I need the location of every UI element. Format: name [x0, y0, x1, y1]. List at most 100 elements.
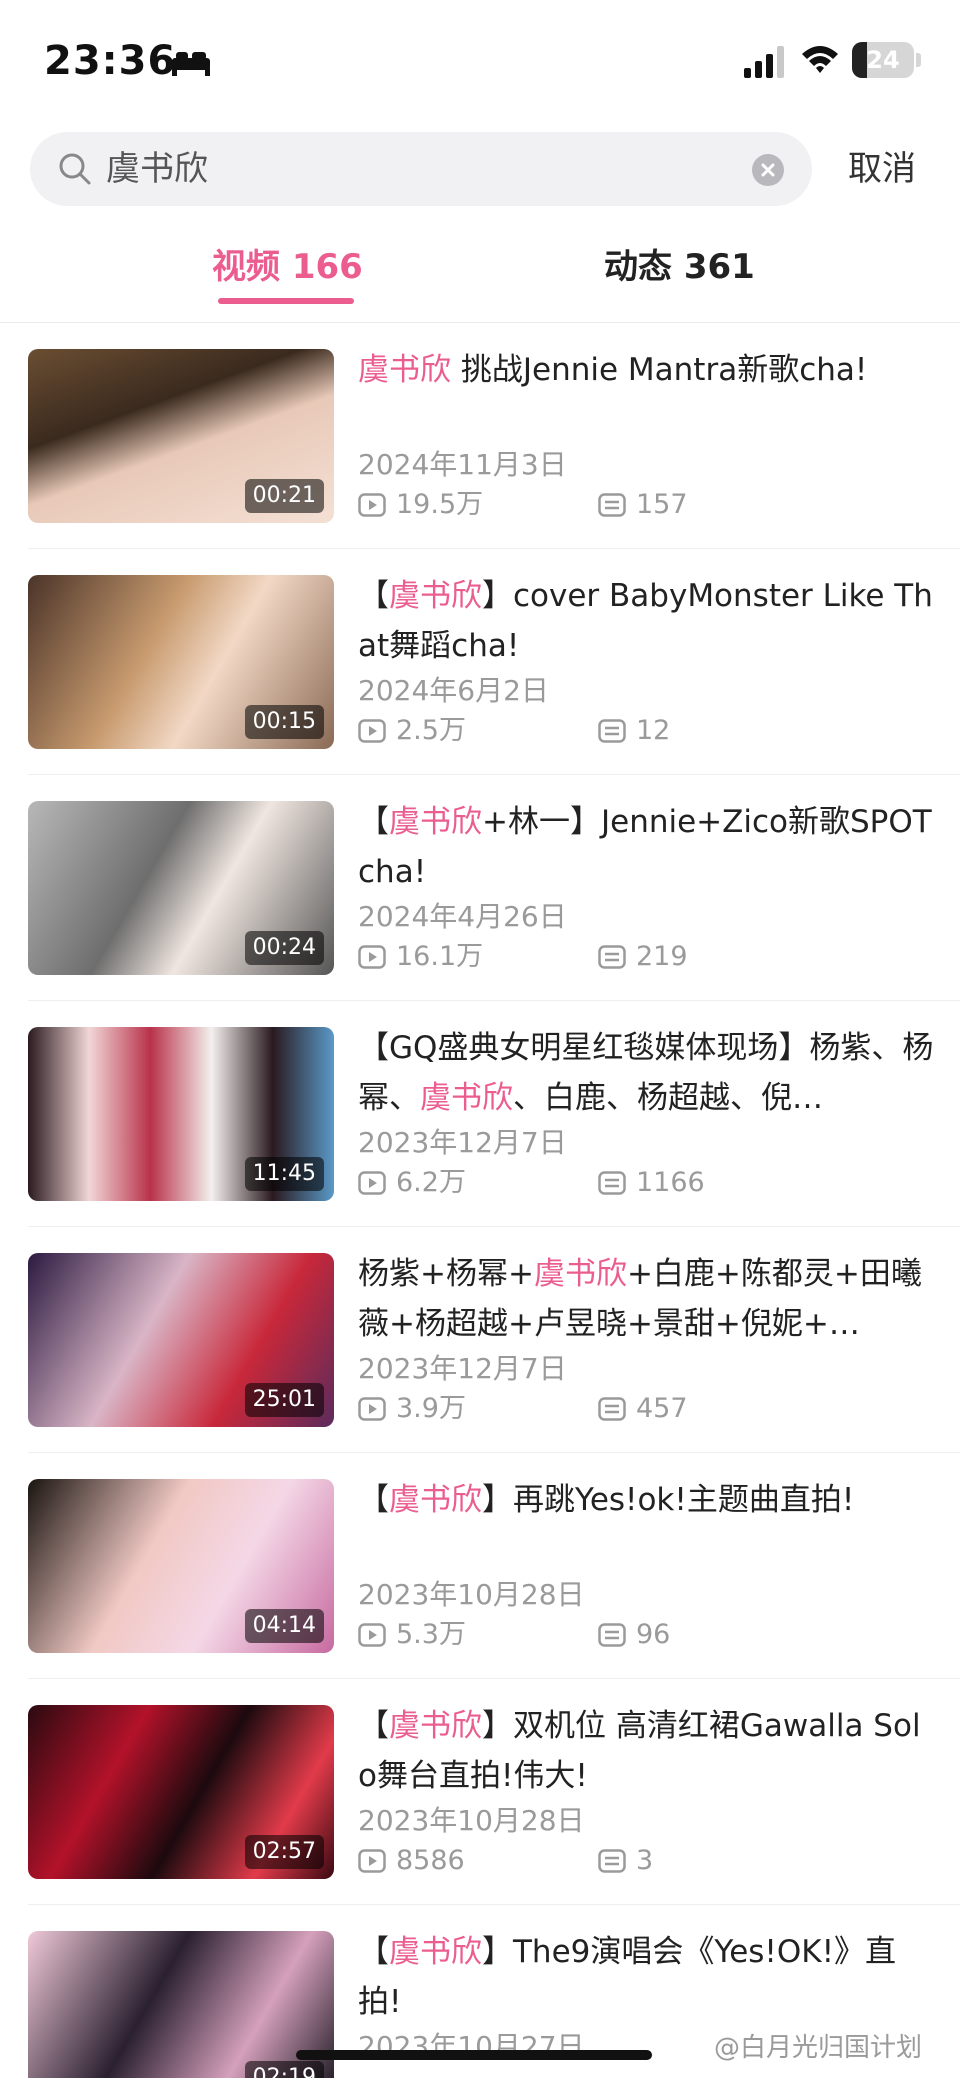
wifi-icon [802, 46, 838, 73]
video-duration: 00:24 [244, 931, 324, 965]
video-date: 2023年10月27日 [358, 2030, 585, 2063]
play-count-icon [358, 493, 386, 517]
status-bar: 23:36 24 [0, 0, 960, 120]
video-title[interactable]: 【虞书欣】双机位 高清红裙Gawalla Solo舞台直拍!伟大! [358, 1701, 938, 1801]
video-item[interactable]: 04:14 【虞书欣】再跳Yes!ok!主题曲直拍! 2023年10月28日 5.3万… [0, 1453, 960, 1679]
video-date: 2024年6月2日 [358, 674, 549, 707]
title-text: 】再跳Yes!ok!主题曲直拍! [482, 1482, 855, 1518]
search-query: 虞书欣 [106, 149, 208, 189]
danmaku-count-value: 1166 [636, 1167, 705, 1198]
video-thumbnail[interactable]: 02:57 [28, 1705, 334, 1879]
view-count-value: 3.9万 [396, 1393, 466, 1424]
cellular-signal-icon [744, 46, 784, 78]
tab-dynamic[interactable]: 动态 361 [604, 244, 755, 290]
danmaku-count-value: 457 [636, 1393, 688, 1424]
title-highlight: 虞书欣 [389, 1708, 482, 1744]
title-highlight: 虞书欣 [389, 1934, 482, 1970]
play-count-icon [358, 1171, 386, 1195]
video-thumbnail[interactable]: 11:45 [28, 1027, 334, 1201]
watermark: @白月光归国计划 [714, 2033, 923, 2063]
video-date: 2024年11月3日 [358, 448, 567, 481]
title-text: 【 [358, 1934, 389, 1970]
video-item[interactable]: 00:24 【虞书欣+林一】Jennie+Zico新歌SPOT cha! 2024年… [0, 775, 960, 1001]
view-count-value: 5.3万 [396, 1619, 466, 1650]
tab-video[interactable]: 视频 166 [212, 244, 363, 290]
battery-tip [916, 53, 921, 67]
video-thumbnail[interactable]: 00:24 [28, 801, 334, 975]
play-count-icon [358, 719, 386, 743]
thumbnail-image [28, 1931, 334, 2078]
danmaku-count-value: 96 [636, 1619, 671, 1650]
video-duration: 00:15 [244, 705, 324, 739]
title-text: 杨紫+杨幂+ [358, 1256, 534, 1292]
view-count-value: 2.5万 [396, 715, 466, 746]
video-thumbnail[interactable]: 00:21 [28, 349, 334, 523]
video-thumbnail[interactable]: 25:01 [28, 1253, 334, 1427]
video-item[interactable]: 00:15 【虞书欣】cover BabyMonster Like That舞蹈c… [0, 549, 960, 775]
video-item[interactable]: 00:21 虞书欣 挑战Jennie Mantra新歌cha! 2024年11月3日… [0, 323, 960, 549]
play-count-icon [358, 1397, 386, 1421]
title-highlight: 虞书欣 [358, 352, 451, 388]
view-count-value: 8586 [396, 1845, 465, 1876]
view-count-value: 6.2万 [396, 1167, 466, 1198]
clear-icon[interactable] [752, 154, 784, 186]
video-date: 2023年12月7日 [358, 1352, 567, 1385]
video-duration: 02:19 [244, 2061, 324, 2078]
video-duration: 11:45 [244, 1157, 324, 1191]
danmaku-icon [598, 1171, 626, 1195]
home-indicator[interactable] [296, 2050, 652, 2060]
video-item[interactable]: 25:01 杨紫+杨幂+虞书欣+白鹿+陈都灵+田曦薇+杨超越+卢昱晓+景甜+倪妮+… [0, 1227, 960, 1453]
status-time: 23:36 [44, 38, 177, 84]
video-title[interactable]: 【虞书欣】cover BabyMonster Like That舞蹈cha! [358, 571, 938, 671]
video-title[interactable]: 【GQ盛典女明星红毯媒体现场】杨紫、杨幂、虞书欣、白鹿、杨超越、倪… [358, 1023, 938, 1123]
video-duration: 25:01 [244, 1383, 324, 1417]
video-title[interactable]: 【虞书欣】The9演唱会《Yes!OK!》直拍! [358, 1927, 938, 2027]
video-duration: 04:14 [244, 1609, 324, 1643]
cancel-button[interactable]: 取消 [848, 146, 916, 192]
video-thumbnail[interactable]: 04:14 [28, 1479, 334, 1653]
video-title[interactable]: 虞书欣 挑战Jennie Mantra新歌cha! [358, 345, 938, 445]
video-date: 2024年4月26日 [358, 900, 567, 933]
danmaku-icon [598, 1397, 626, 1421]
video-date: 2023年10月28日 [358, 1578, 585, 1611]
title-text: 、白鹿、杨超越、倪… [513, 1080, 823, 1116]
video-title[interactable]: 杨紫+杨幂+虞书欣+白鹿+陈都灵+田曦薇+杨超越+卢昱晓+景甜+倪妮+… [358, 1249, 938, 1349]
danmaku-icon [598, 1623, 626, 1647]
play-count-icon [358, 945, 386, 969]
danmaku-count-value: 157 [636, 489, 688, 520]
sleep-focus-icon [172, 52, 210, 76]
video-title[interactable]: 【虞书欣+林一】Jennie+Zico新歌SPOT cha! [358, 797, 938, 897]
video-date: 2023年10月28日 [358, 1804, 585, 1837]
search-icon [59, 153, 91, 185]
title-text: 【 [358, 1482, 389, 1518]
video-duration: 02:57 [244, 1835, 324, 1869]
danmaku-count-value: 219 [636, 941, 688, 972]
danmaku-icon [598, 1849, 626, 1873]
video-item[interactable]: 11:45 【GQ盛典女明星红毯媒体现场】杨紫、杨幂、虞书欣、白鹿、杨超越、倪… 2… [0, 1001, 960, 1227]
title-highlight: 虞书欣 [389, 1482, 482, 1518]
title-text: 【 [358, 1708, 389, 1744]
title-text: 【 [358, 578, 389, 614]
danmaku-count-value: 12 [636, 715, 671, 746]
search-input[interactable]: 虞书欣 [30, 132, 812, 206]
video-thumbnail[interactable]: 02:19 [28, 1931, 334, 2078]
title-highlight: 虞书欣 [533, 1256, 627, 1292]
video-thumbnail[interactable]: 00:15 [28, 575, 334, 749]
video-item[interactable]: 02:57 【虞书欣】双机位 高清红裙Gawalla Solo舞台直拍!伟大! 20… [0, 1679, 960, 1905]
title-highlight: 虞书欣 [420, 1080, 513, 1116]
active-tab-indicator [218, 298, 354, 304]
video-title[interactable]: 【虞书欣】再跳Yes!ok!主题曲直拍! [358, 1475, 938, 1575]
title-text: 【 [358, 804, 389, 840]
title-highlight: 虞书欣 [389, 578, 482, 614]
view-count-value: 16.1万 [396, 941, 484, 972]
title-text: 挑战Jennie Mantra新歌cha! [451, 352, 868, 388]
video-duration: 00:21 [244, 479, 324, 513]
title-highlight: 虞书欣 [389, 804, 482, 840]
video-date: 2023年12月7日 [358, 1126, 567, 1159]
battery-percent: 24 [866, 46, 900, 74]
battery-icon: 24 [852, 42, 914, 78]
play-count-icon [358, 1623, 386, 1647]
danmaku-icon [598, 493, 626, 517]
danmaku-icon [598, 945, 626, 969]
play-count-icon [358, 1849, 386, 1873]
